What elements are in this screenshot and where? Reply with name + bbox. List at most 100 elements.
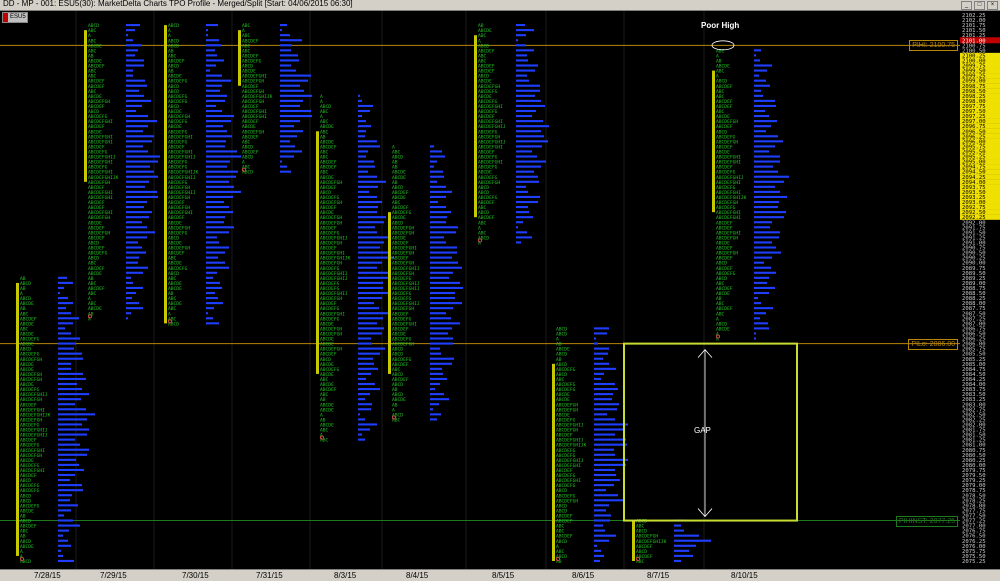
volume-bar <box>754 74 759 77</box>
volume-bar <box>126 180 149 183</box>
volume-bar <box>58 463 79 466</box>
volume-bar <box>126 49 138 52</box>
volume-bar <box>280 109 311 113</box>
volume-bar <box>206 84 222 87</box>
volume-bar <box>58 312 71 315</box>
volume-bar <box>58 509 71 512</box>
volume-bar <box>126 165 150 168</box>
volume-bar <box>58 479 70 482</box>
profile-8-10-15: ABCAABABCDEABCAABCDABCDEFABCABCABCDEFABC… <box>712 48 789 343</box>
volume-bar <box>754 317 760 320</box>
profile-8-5-15: ABABCDEABCAABCDABCDEFABCABCABCDEFABCDEFA… <box>474 23 549 247</box>
volume-bar <box>126 226 147 229</box>
poor-high-annotation: Poor High <box>701 21 740 30</box>
volume-bar <box>206 99 225 102</box>
minimize-button[interactable]: _ <box>961 1 972 10</box>
volume-bar <box>126 74 133 77</box>
volume-bar <box>358 302 374 305</box>
volume-bar <box>430 307 453 310</box>
volume-bar <box>126 145 143 148</box>
volume-bar <box>430 221 446 224</box>
volume-bar <box>430 312 446 315</box>
volume-bar <box>358 195 377 198</box>
volume-bar <box>58 453 87 456</box>
volume-bar <box>280 29 282 32</box>
volume-bar <box>206 281 220 284</box>
volume-bar <box>516 130 541 133</box>
volume-bar <box>206 175 236 178</box>
volume-bar <box>430 281 460 284</box>
volume-bar <box>206 29 208 32</box>
profile-7-30-15: ABCDAAABCDABCDABABCABCDEFABCDABABCDEABCD… <box>164 23 241 327</box>
volume-bar <box>516 160 546 163</box>
volume-bar <box>594 403 619 406</box>
value-area-bar <box>16 282 19 556</box>
volume-bar <box>430 332 448 335</box>
volume-bar <box>754 337 756 340</box>
volume-bar <box>58 332 71 335</box>
volume-bar <box>594 367 616 370</box>
volume-bar <box>358 433 362 436</box>
volume-bar <box>58 549 61 552</box>
volume-bar <box>358 221 384 224</box>
volume-bar <box>430 352 441 355</box>
volume-bar <box>280 74 311 77</box>
tpo-chart-area[interactable]: AB ABCD AB A ABCD ABCDE AB ABC ABCDEF ABCDE ABC ABC… <box>0 11 961 569</box>
instrument-badge[interactable]: ESU5 <box>2 12 28 23</box>
volume-bar <box>754 170 778 173</box>
volume-bar <box>58 342 76 345</box>
volume-bar <box>358 332 382 335</box>
volume-bar <box>358 377 366 380</box>
tpo-row: ABCD <box>20 559 31 565</box>
volume-bar <box>206 256 218 259</box>
volume-bar <box>126 104 142 107</box>
volume-bar <box>594 377 601 380</box>
volume-bar <box>754 109 765 113</box>
volume-bar <box>430 403 439 406</box>
close-button[interactable]: × <box>987 1 998 10</box>
volume-bar <box>430 297 455 300</box>
volume-bar <box>206 211 233 214</box>
volume-bar <box>280 155 294 158</box>
volume-bar <box>594 393 613 396</box>
volume-bar <box>594 509 606 512</box>
value-area-bar <box>552 363 555 561</box>
volume-bar <box>594 337 596 340</box>
volume-bar <box>516 180 539 183</box>
volume-bar <box>58 524 80 527</box>
value-area-bar <box>238 30 241 86</box>
volume-bar <box>280 94 312 97</box>
volume-bar <box>206 251 225 254</box>
volume-bar <box>430 357 454 360</box>
volume-bar <box>358 312 388 315</box>
maximize-button[interactable]: □ <box>974 1 985 10</box>
volume-bar <box>430 236 444 239</box>
volume-bar <box>516 125 549 128</box>
volume-bar <box>206 185 234 188</box>
volume-bar <box>358 382 375 386</box>
current-price-label: 2101.00 <box>962 38 986 44</box>
volume-bar <box>594 418 615 421</box>
volume-bar <box>516 49 534 52</box>
volume-bar <box>594 352 608 355</box>
volume-bar <box>754 94 763 97</box>
volume-bar <box>358 403 372 406</box>
volume-bar <box>58 327 65 330</box>
volume-bar <box>516 226 518 229</box>
volume-bar <box>430 170 443 173</box>
volume-bar <box>754 241 772 244</box>
profile-8-7-15: ABCDABCABCDABCDEFGHABCDEFGHIJKABCDEFABCD… <box>632 519 711 565</box>
volume-bar <box>206 190 241 193</box>
volume-bar <box>430 231 456 234</box>
volume-bar <box>206 49 215 52</box>
volume-bar <box>516 99 541 102</box>
price-scale[interactable]: 2102.252102.002101.752101.502101.252101.… <box>960 11 1000 569</box>
volume-bar <box>430 226 458 229</box>
volume-bar <box>594 443 627 446</box>
tpo-row: ABCD <box>242 170 253 176</box>
volume-bar <box>280 34 290 37</box>
volume-bar <box>516 140 548 143</box>
volume-bar <box>280 84 300 87</box>
volume-bar <box>280 39 302 42</box>
volume-bar <box>430 413 441 416</box>
